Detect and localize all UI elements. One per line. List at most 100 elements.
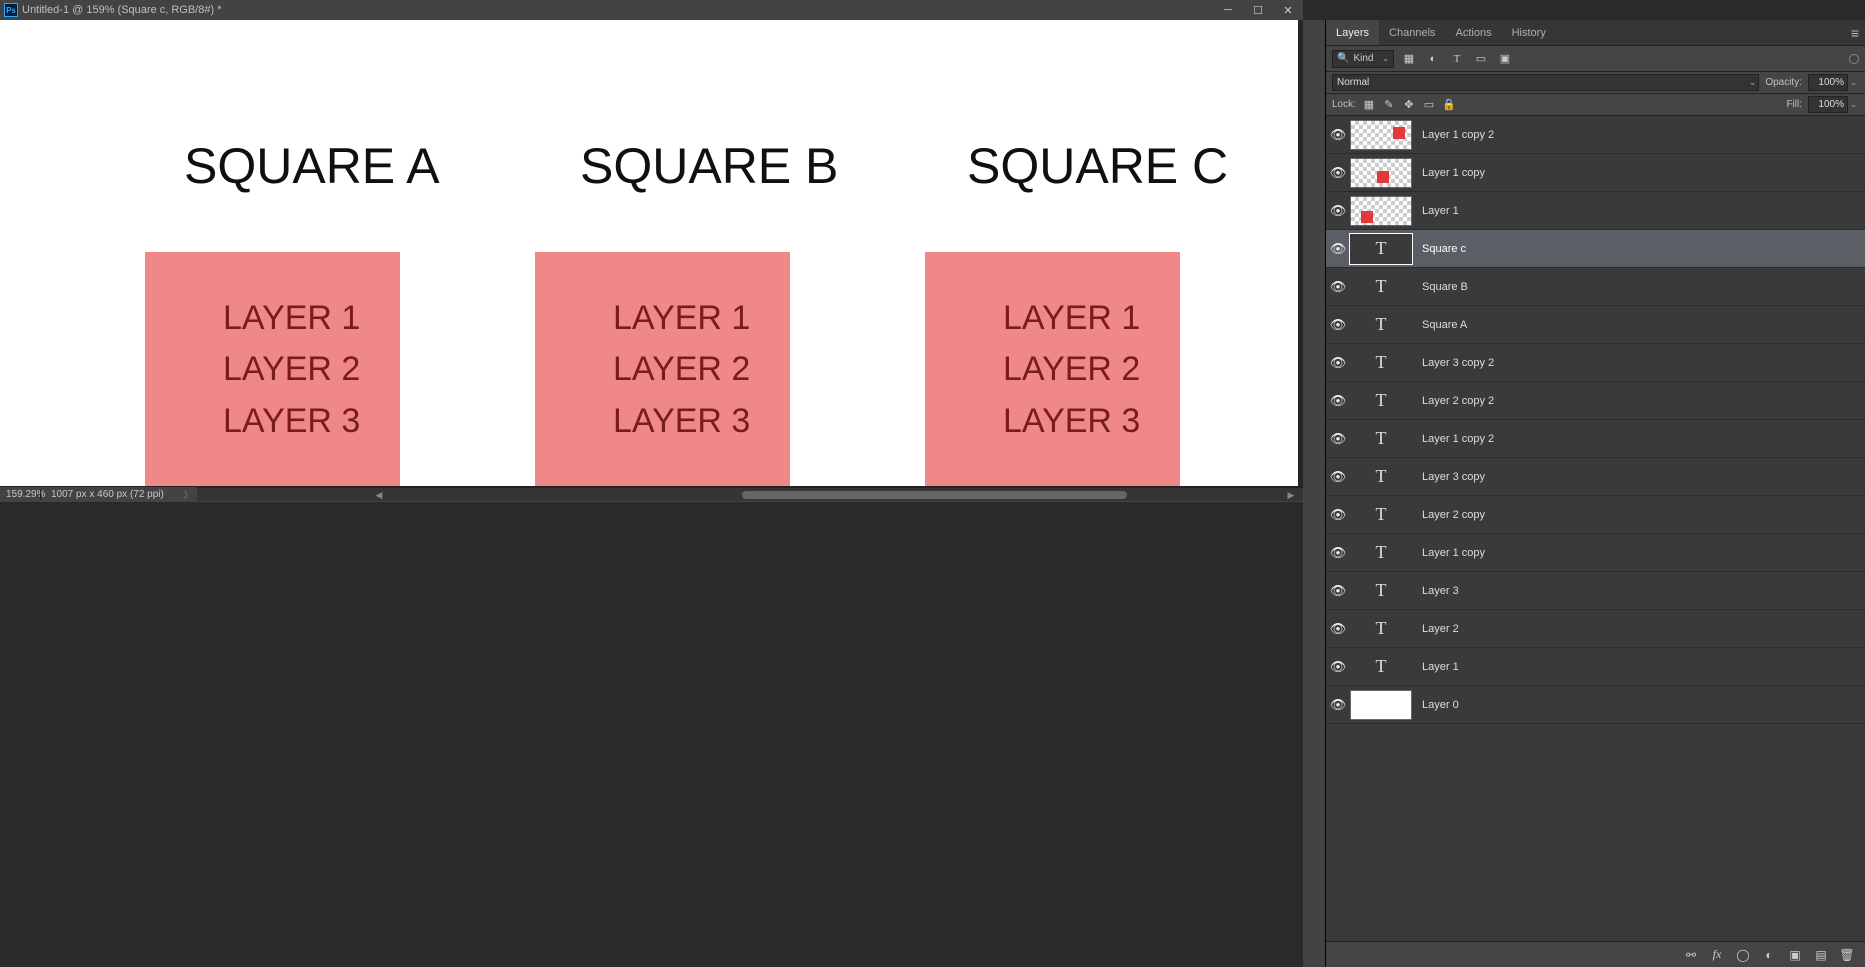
layer-thumbnail[interactable]: T <box>1350 424 1412 454</box>
visibility-icon[interactable]: 👁 <box>1326 469 1350 485</box>
visibility-icon[interactable]: 👁 <box>1326 431 1350 447</box>
filter-toggle[interactable] <box>1849 54 1859 64</box>
horizontal-scrollbar[interactable]: ◀ ▶ <box>197 487 1303 501</box>
layer-name[interactable]: Layer 1 copy <box>1422 167 1485 179</box>
canvas-viewport[interactable]: SQUARE A SQUARE B SQUARE C LAYER 1 LAYER… <box>0 20 1303 486</box>
filter-text-icon[interactable]: T <box>1448 50 1466 68</box>
layer-name[interactable]: Layer 1 copy 2 <box>1422 433 1494 445</box>
layer-thumbnail[interactable] <box>1350 690 1412 720</box>
blend-mode-dropdown[interactable]: Normal ⌄ <box>1332 74 1759 91</box>
adjustment-layer-icon[interactable]: ◐ <box>1761 947 1777 963</box>
tab-channels[interactable]: Channels <box>1379 20 1445 45</box>
layer-row[interactable]: 👁T Layer 1 <box>1326 648 1865 686</box>
zoom-value[interactable]: 159.29% <box>0 489 40 500</box>
new-layer-icon[interactable]: ▤ <box>1813 947 1829 963</box>
layer-name[interactable]: Layer 3 <box>1422 585 1459 597</box>
layer-row[interactable]: 👁T Layer 2 <box>1326 610 1865 648</box>
layer-name[interactable]: Layer 3 copy <box>1422 471 1485 483</box>
layer-row[interactable]: 👁T Layer 2 copy 2 <box>1326 382 1865 420</box>
layer-name[interactable]: Layer 0 <box>1422 699 1459 711</box>
layer-row[interactable]: 👁 Layer 1 copy <box>1326 154 1865 192</box>
layer-row[interactable]: 👁T Layer 1 copy 2 <box>1326 420 1865 458</box>
fx-icon[interactable]: fx <box>1709 947 1725 963</box>
lock-all-icon[interactable]: 🔒 <box>1442 98 1456 112</box>
layer-thumbnail[interactable]: T <box>1350 576 1412 606</box>
close-button[interactable]: ✕ <box>1273 0 1303 20</box>
layers-list[interactable]: 👁Layer 1 copy 2👁Layer 1 copy👁Layer 1👁TSq… <box>1326 116 1865 941</box>
scroll-left-icon[interactable]: ◀ <box>372 488 386 502</box>
chevron-down-icon[interactable]: ⌄ <box>1848 77 1859 88</box>
layer-thumbnail[interactable]: T <box>1350 348 1412 378</box>
layer-row[interactable]: 👁 Layer 1 copy 2 <box>1326 116 1865 154</box>
layer-name[interactable]: Layer 1 <box>1422 205 1459 217</box>
layer-name[interactable]: Layer 2 <box>1422 623 1459 635</box>
layer-thumbnail[interactable]: T <box>1350 462 1412 492</box>
minimize-button[interactable]: ─ <box>1213 0 1243 20</box>
visibility-icon[interactable]: 👁 <box>1326 317 1350 333</box>
delete-layer-icon[interactable]: 🗑 <box>1839 947 1855 963</box>
layer-row[interactable]: 👁T Square c <box>1326 230 1865 268</box>
layer-thumbnail[interactable]: T <box>1350 652 1412 682</box>
visibility-icon[interactable]: 👁 <box>1326 203 1350 219</box>
lock-position-icon[interactable]: ✥ <box>1402 98 1416 112</box>
visibility-icon[interactable]: 👁 <box>1326 355 1350 371</box>
link-layers-icon[interactable]: ⚯ <box>1683 947 1699 963</box>
chevron-down-icon[interactable]: ⌄ <box>1848 99 1859 110</box>
visibility-icon[interactable]: 👁 <box>1326 583 1350 599</box>
layer-row[interactable]: 👁T Layer 3 <box>1326 572 1865 610</box>
canvas[interactable]: SQUARE A SQUARE B SQUARE C LAYER 1 LAYER… <box>0 20 1298 486</box>
lock-artboard-icon[interactable]: ▭ <box>1422 98 1436 112</box>
filter-kind-dropdown[interactable]: 🔍 Kind ⌄ <box>1332 50 1394 68</box>
layer-row[interactable]: 👁T Layer 3 copy <box>1326 458 1865 496</box>
lock-pixels-icon[interactable]: ✎ <box>1382 98 1396 112</box>
filter-pixel-icon[interactable]: ▦ <box>1400 50 1418 68</box>
visibility-icon[interactable]: 👁 <box>1326 241 1350 257</box>
visibility-icon[interactable]: 👁 <box>1326 507 1350 523</box>
layer-row[interactable]: 👁T Layer 3 copy 2 <box>1326 344 1865 382</box>
layer-row[interactable]: 👁 Layer 1 <box>1326 192 1865 230</box>
visibility-icon[interactable]: 👁 <box>1326 165 1350 181</box>
tab-actions[interactable]: Actions <box>1446 20 1502 45</box>
opacity-value[interactable]: 100% <box>1808 74 1848 91</box>
filter-shape-icon[interactable]: ▭ <box>1472 50 1490 68</box>
visibility-icon[interactable]: 👁 <box>1326 659 1350 675</box>
filter-smartobject-icon[interactable]: ▣ <box>1496 50 1514 68</box>
layer-thumbnail[interactable]: T <box>1350 386 1412 416</box>
chevron-right-icon[interactable]: 〉 <box>174 488 193 501</box>
tab-layers[interactable]: Layers <box>1326 20 1379 45</box>
layer-thumbnail[interactable] <box>1350 158 1412 188</box>
layer-row[interactable]: 👁TLayer 2 copy <box>1326 496 1865 534</box>
visibility-icon[interactable]: 👁 <box>1326 279 1350 295</box>
layer-thumbnail[interactable] <box>1350 196 1412 226</box>
visibility-icon[interactable]: 👁 <box>1326 393 1350 409</box>
layer-name[interactable]: Layer 2 copy <box>1422 509 1485 521</box>
visibility-icon[interactable]: 👁 <box>1326 697 1350 713</box>
layer-name[interactable]: Layer 1 <box>1422 661 1459 673</box>
layer-thumbnail[interactable]: T <box>1350 538 1412 568</box>
panel-menu-icon[interactable]: ≡ <box>1845 20 1865 45</box>
group-icon[interactable]: ▣ <box>1787 947 1803 963</box>
layer-row[interactable]: 👁T Square A <box>1326 306 1865 344</box>
layer-name[interactable]: Layer 1 copy 2 <box>1422 129 1494 141</box>
layer-name[interactable]: Layer 1 copy <box>1422 547 1485 559</box>
scroll-right-icon[interactable]: ▶ <box>1284 488 1298 502</box>
layer-thumbnail[interactable]: T <box>1350 272 1412 302</box>
layer-thumbnail[interactable]: T <box>1350 234 1412 264</box>
layer-name[interactable]: Square B <box>1422 281 1468 293</box>
visibility-icon[interactable]: 👁 <box>1326 127 1350 143</box>
scroll-thumb[interactable] <box>742 491 1127 499</box>
mask-icon[interactable]: ◯ <box>1735 947 1751 963</box>
layer-row[interactable]: 👁T Square B <box>1326 268 1865 306</box>
layer-row[interactable]: 👁 Layer 0 <box>1326 686 1865 724</box>
layer-name[interactable]: Square c <box>1422 243 1466 255</box>
lock-transparency-icon[interactable]: ▦ <box>1362 98 1376 112</box>
layer-name[interactable]: Square A <box>1422 319 1467 331</box>
layer-thumbnail[interactable]: T <box>1350 614 1412 644</box>
layer-name[interactable]: Layer 2 copy 2 <box>1422 395 1494 407</box>
visibility-icon[interactable]: 👁 <box>1326 545 1350 561</box>
layer-row[interactable]: 👁T Layer 1 copy <box>1326 534 1865 572</box>
layer-name[interactable]: Layer 3 copy 2 <box>1422 357 1494 369</box>
layer-thumbnail[interactable]: T <box>1350 310 1412 340</box>
fill-value[interactable]: 100% <box>1808 96 1848 113</box>
visibility-icon[interactable]: 👁 <box>1326 621 1350 637</box>
